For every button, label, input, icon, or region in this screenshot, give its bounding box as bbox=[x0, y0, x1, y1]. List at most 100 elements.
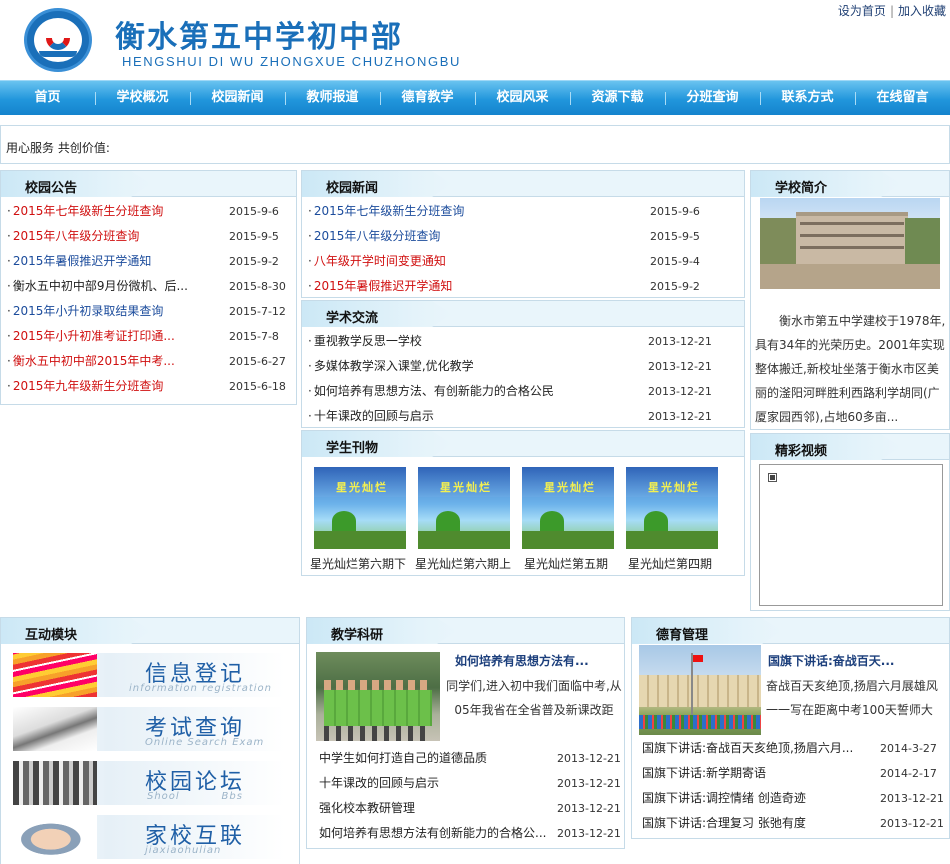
list-item-link[interactable]: 多媒体教学深入课堂,优化教学 bbox=[308, 354, 474, 379]
list-item: 十年课改的回顾与启示 2013-12-21 bbox=[307, 771, 624, 796]
moral-photo[interactable] bbox=[639, 645, 761, 735]
nav-campus-news[interactable]: 校园新闻 bbox=[190, 81, 285, 115]
add-favorite-link[interactable]: 加入收藏 bbox=[898, 4, 946, 18]
main-nav: 首页 学校概况 校园新闻 教师报道 德育教学 校园风采 资源下载 分班查询 联系… bbox=[0, 80, 950, 115]
intro-text: 衡水市第五中学建校于1978年,具有34年的光荣历史。2001年实现整体搬迁,新… bbox=[755, 314, 946, 424]
campus-forum-banner[interactable]: 校园论坛 Shool Bbs bbox=[13, 761, 285, 805]
news-list: 2015年七年级新生分班查询 2015-9-6 2015年八年级分班查询 2015-9… bbox=[302, 197, 744, 299]
list-item-link[interactable]: 衡水五中初中部2015年中考... bbox=[7, 349, 175, 374]
handshake-image bbox=[13, 815, 97, 859]
list-item-link[interactable]: 国旗下讲话:合理复习 张弛有度 bbox=[642, 811, 806, 836]
panel-title: 学校简介 bbox=[775, 181, 828, 196]
magazine-cover[interactable]: 星光灿烂 bbox=[522, 467, 614, 549]
list-item: 2015年八年级分班查询 2015-9-5 bbox=[1, 224, 296, 249]
nav-home[interactable]: 首页 bbox=[0, 81, 95, 115]
video-player[interactable] bbox=[759, 464, 943, 606]
list-item-link[interactable]: 中学生如何打造自己的道德品质 bbox=[319, 746, 487, 771]
list-item: 中学生如何打造自己的道德品质 2013-12-21 bbox=[307, 746, 624, 771]
list-item-link[interactable]: 2015年小升初录取结果查询 bbox=[7, 299, 164, 324]
list-item-date: 2013-12-21 bbox=[648, 335, 712, 348]
list-item-link[interactable]: 2015年暑假推迟开学通知 bbox=[7, 249, 152, 274]
list-item-date: 2015-9-4 bbox=[650, 255, 700, 268]
nav-downloads[interactable]: 资源下载 bbox=[570, 81, 665, 115]
magazine-cover[interactable]: 星光灿烂 bbox=[418, 467, 510, 549]
list-item-date: 2013-12-21 bbox=[557, 802, 621, 815]
list-item-date: 2015-8-30 bbox=[229, 280, 286, 293]
notice-panel: 校园公告 2015年七年级新生分班查询2015-9-62015年八年级分班查询2… bbox=[0, 170, 297, 405]
list-item: 国旗下讲话:合理复习 张弛有度 2013-12-21 bbox=[632, 811, 949, 836]
list-item-link[interactable]: 八年级开学时间变更通知 bbox=[308, 249, 446, 274]
list-item-link[interactable]: 重视教学反思一学校 bbox=[308, 329, 422, 354]
list-item-date: 2015-9-2 bbox=[650, 280, 700, 293]
nav-moral-teaching[interactable]: 德育教学 bbox=[380, 81, 475, 115]
list-item: 2015年八年级分班查询 2015-9-5 bbox=[302, 224, 744, 249]
list-item-link[interactable]: 十年课改的回顾与启示 bbox=[319, 771, 439, 796]
info-register-banner[interactable]: 信息登记 information registration bbox=[13, 653, 285, 697]
list-item: 国旗下讲话:调控情绪 创造奇迹 2013-12-21 bbox=[632, 786, 949, 811]
list-item-link[interactable]: 2015年小升初准考证打印通... bbox=[7, 324, 175, 349]
list-item-link[interactable]: 2015年暑假推迟开学通知 bbox=[308, 274, 453, 299]
list-item-link[interactable]: 2015年九年级新生分班查询 bbox=[7, 374, 164, 399]
list-item-date: 2013-12-21 bbox=[557, 777, 621, 790]
list-item-date: 2015-9-5 bbox=[650, 230, 700, 243]
list-item-date: 2015-7-8 bbox=[229, 330, 279, 343]
news-panel: 校园新闻 2015年七年级新生分班查询2015-9-62015年八年级分班查询2… bbox=[301, 170, 745, 298]
magazine-cover[interactable]: 星光灿烂 bbox=[626, 467, 718, 549]
list-item: 十年课改的回顾与启示 2013-12-21 bbox=[302, 404, 744, 429]
nav-class-query[interactable]: 分班查询 bbox=[665, 81, 760, 115]
magazine-caption[interactable]: 星光灿烂第六期上 bbox=[415, 555, 511, 572]
panel-title: 校园公告 bbox=[25, 181, 78, 196]
list-item-link[interactable]: 2015年八年级分班查询 bbox=[7, 224, 140, 249]
magazine-caption[interactable]: 星光灿烂第六期下 bbox=[310, 555, 406, 572]
magazine-caption[interactable]: 星光灿烂第四期 bbox=[628, 555, 712, 572]
list-item-link[interactable]: 如何培养有思想方法、有创新能力的合格公民 bbox=[308, 379, 554, 404]
slogan-bar: 用心服务 共创价值: bbox=[0, 125, 950, 164]
list-item: 2015年暑假推迟开学通知 2015-9-2 bbox=[1, 249, 296, 274]
plugin-icon bbox=[768, 473, 777, 482]
list-item-date: 2014-2-17 bbox=[880, 767, 937, 780]
exam-query-banner[interactable]: 考试查询 Online Search Exam bbox=[13, 707, 285, 751]
list-item-date: 2015-9-6 bbox=[650, 205, 700, 218]
academic-list: 重视教学反思一学校 2013-12-21 多媒体教学深入课堂,优化教学 2013-12… bbox=[302, 327, 744, 429]
list-item-date: 2015-7-12 bbox=[229, 305, 286, 318]
pencils-image bbox=[13, 653, 97, 697]
link-separator: | bbox=[889, 4, 894, 18]
site-subtitle: HENGSHUI DI WU ZHONGXUE CHUZHONGBU bbox=[122, 54, 461, 69]
moral-feature-title[interactable]: 国旗下讲话:奋战百天... bbox=[768, 652, 894, 669]
list-item: 八年级开学时间变更通知 2015-9-4 bbox=[302, 249, 744, 274]
list-item-link[interactable]: 国旗下讲话:新学期寄语 bbox=[642, 761, 766, 786]
list-item-link[interactable]: 国旗下讲话:调控情绪 创造奇迹 bbox=[642, 786, 806, 811]
list-item: 如何培养有思想方法有创新能力的合格公... 2013-12-21 bbox=[307, 821, 624, 846]
list-item-link[interactable]: 2015年七年级新生分班查询 bbox=[7, 199, 164, 224]
nav-teacher-reports[interactable]: 教师报道 bbox=[285, 81, 380, 115]
list-item-link[interactable]: 2015年八年级分班查询 bbox=[308, 224, 441, 249]
research-feature-text: 同学们,进入初中我们面临中考,从05年我省在全省普及新课改距 bbox=[446, 679, 622, 717]
list-item-link[interactable]: 国旗下讲话:奋战百天亥绝顶,扬眉六月... bbox=[642, 736, 853, 761]
list-item-link[interactable]: 强化校本教研管理 bbox=[319, 796, 415, 821]
books-image bbox=[13, 761, 97, 805]
research-feature-title[interactable]: 如何培养有思想方法有... bbox=[455, 652, 589, 669]
home-school-banner[interactable]: 家校互联 jiaxiaohulian bbox=[13, 815, 285, 859]
list-item-link[interactable]: 如何培养有思想方法有创新能力的合格公... bbox=[319, 821, 546, 846]
list-item: 2015年九年级新生分班查询 2015-6-18 bbox=[1, 374, 296, 399]
list-item: 2015年暑假推迟开学通知 2015-9-2 bbox=[302, 274, 744, 299]
nav-contact[interactable]: 联系方式 bbox=[760, 81, 855, 115]
school-photo[interactable] bbox=[760, 198, 940, 289]
research-photo[interactable] bbox=[316, 652, 440, 741]
list-item-link[interactable]: 十年课改的回顾与启示 bbox=[308, 404, 434, 429]
magazine-caption[interactable]: 星光灿烂第五期 bbox=[524, 555, 608, 572]
site-title: 衡水第五中学初中部 bbox=[115, 20, 403, 55]
list-item-date: 2014-3-27 bbox=[880, 742, 937, 755]
nav-message[interactable]: 在线留言 bbox=[855, 81, 950, 115]
nav-school-overview[interactable]: 学校概况 bbox=[95, 81, 190, 115]
pen-paper-image bbox=[13, 707, 97, 751]
list-item-link[interactable]: 衡水五中初中部9月份微机、后... bbox=[7, 274, 188, 299]
list-item: 国旗下讲话:奋战百天亥绝顶,扬眉六月... 2014-3-27 bbox=[632, 736, 949, 761]
list-item-link[interactable]: 2015年七年级新生分班查询 bbox=[308, 199, 465, 224]
set-homepage-link[interactable]: 设为首页 bbox=[838, 4, 886, 18]
nav-campus-style[interactable]: 校园风采 bbox=[475, 81, 570, 115]
panel-title: 互动模块 bbox=[25, 628, 78, 643]
intro-panel: 学校简介 衡水市第五中学建校于1978年,具有34年的光荣历史。2001年实现整… bbox=[750, 170, 950, 430]
video-panel: 精彩视频 bbox=[750, 433, 950, 611]
magazine-cover[interactable]: 星光灿烂 bbox=[314, 467, 406, 549]
